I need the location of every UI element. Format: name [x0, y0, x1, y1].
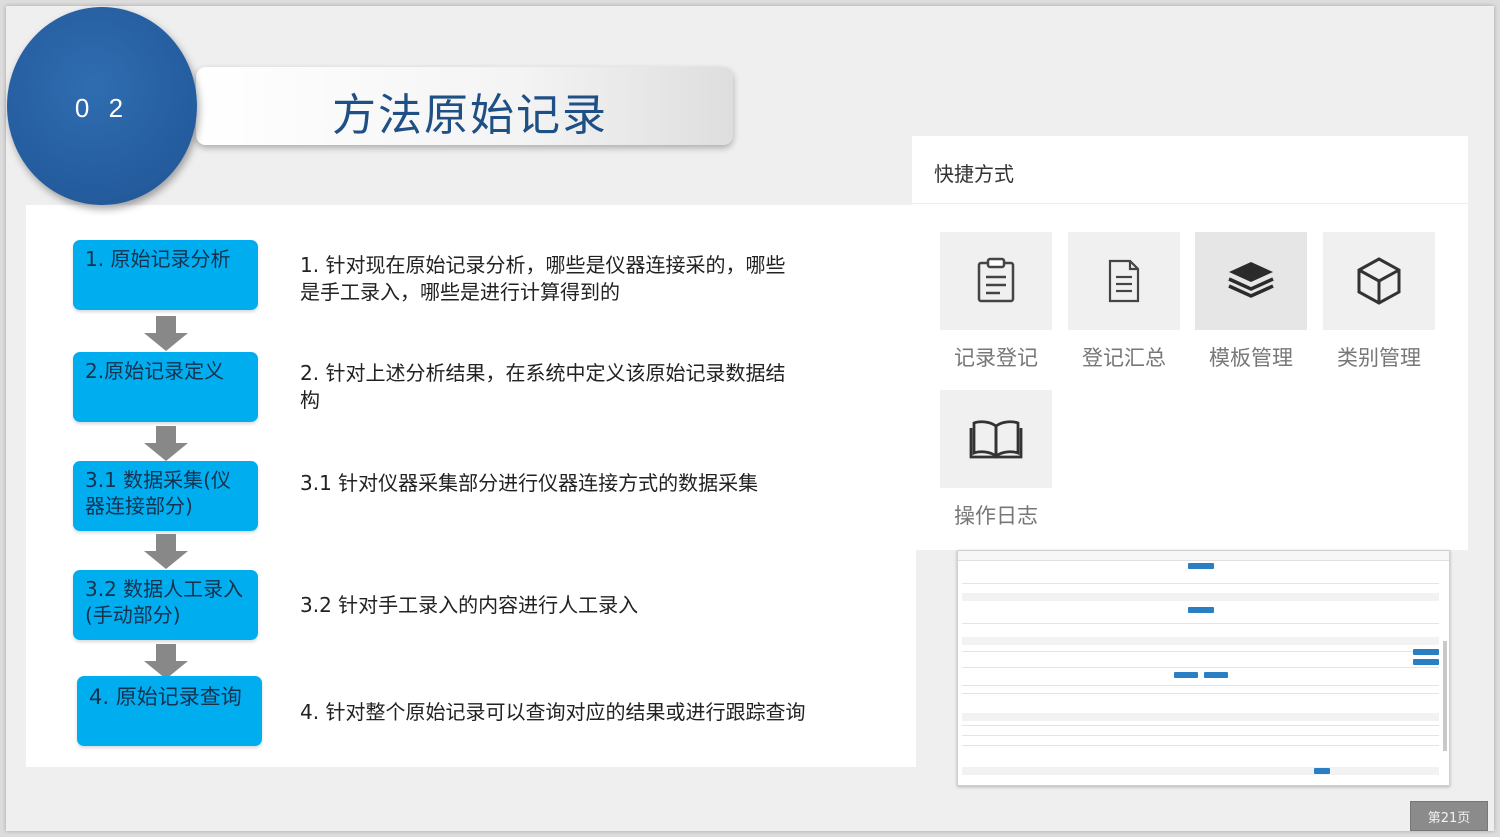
- shortcut-icon-box[interactable]: [940, 390, 1052, 488]
- mini-button: [1413, 659, 1439, 665]
- down-arrow-icon: [144, 644, 188, 680]
- step-description-3: 3.1 针对仪器采集部分进行仪器连接方式的数据采集: [300, 471, 759, 495]
- step-description-1: 1. 针对现在原始记录分析，哪些是仪器连接采的，哪些是手工录入，哪些是进行计算得…: [300, 253, 786, 304]
- shortcut-icon-box[interactable]: [940, 232, 1052, 330]
- title-bar: 方法原始记录: [196, 67, 733, 145]
- shortcut-header: 快捷方式: [912, 136, 1468, 204]
- embedded-form-screenshot: [957, 550, 1450, 786]
- step-label: 2.原始记录定义: [85, 359, 225, 383]
- shortcut-icon-box[interactable]: [1195, 232, 1307, 330]
- page-title: 方法原始记录: [332, 90, 608, 141]
- mini-button: [1204, 672, 1228, 678]
- mini-window-titlebar: [958, 551, 1449, 561]
- shortcut-icon-box[interactable]: [1068, 232, 1180, 330]
- shortcut-label: 模板管理: [1209, 346, 1293, 370]
- step-description-5: 4. 针对整个原始记录可以查询对应的结果或进行跟踪查询: [300, 700, 806, 724]
- down-arrow-icon: [144, 534, 188, 570]
- shortcut-operation-log[interactable]: 操作日志: [940, 390, 1052, 530]
- section-number-circle: 0 2: [7, 7, 197, 205]
- step-description-4: 3.2 针对手工录入的内容进行人工录入: [300, 593, 639, 617]
- shortcut-label: 操作日志: [954, 504, 1038, 528]
- mini-select: [962, 767, 1439, 775]
- step-description-2: 2. 针对上述分析结果，在系统中定义该原始记录数据结构: [300, 361, 786, 412]
- step-box-2: 2.原始记录定义: [73, 352, 258, 422]
- shortcut-template-manage[interactable]: 模板管理: [1195, 232, 1307, 372]
- step-label: 4. 原始记录查询: [89, 685, 242, 709]
- clipboard-icon: [977, 257, 1015, 303]
- shortcut-title: 快捷方式: [934, 162, 1014, 186]
- step-box-4: 3.2 数据人工录入(手动部分): [73, 570, 258, 640]
- step-label: 3.2 数据人工录入(手动部分): [85, 577, 244, 627]
- shortcut-panel: 快捷方式 记录登记 登记汇总 模板管理 类别管理 操作日志: [912, 136, 1468, 550]
- step-box-1: 1. 原始记录分析: [73, 240, 258, 310]
- shortcut-register-summary[interactable]: 登记汇总: [1068, 232, 1180, 372]
- cube-icon: [1357, 257, 1401, 305]
- mini-button: [1188, 563, 1214, 569]
- mini-button: [1174, 672, 1198, 678]
- mini-table-header: [962, 593, 1439, 601]
- mini-button: [1188, 607, 1214, 613]
- step-label: 3.1 数据采集(仪器连接部分): [85, 468, 231, 518]
- shortcut-label: 登记汇总: [1082, 346, 1166, 370]
- mini-button: [1314, 768, 1330, 774]
- shortcut-record-register[interactable]: 记录登记: [940, 232, 1052, 372]
- layers-icon: [1228, 262, 1274, 298]
- step-box-5: 4. 原始记录查询: [77, 676, 262, 746]
- mini-scrollbar: [1443, 641, 1447, 751]
- shortcut-icon-box[interactable]: [1323, 232, 1435, 330]
- down-arrow-icon: [144, 426, 188, 462]
- mini-table-header: [962, 637, 1439, 645]
- book-icon: [969, 420, 1023, 459]
- shortcut-label: 类别管理: [1337, 346, 1421, 370]
- down-arrow-icon: [144, 316, 188, 352]
- page-number-indicator[interactable]: 第21页: [1410, 801, 1488, 831]
- shortcut-category-manage[interactable]: 类别管理: [1323, 232, 1435, 372]
- mini-button: [1413, 649, 1439, 655]
- section-number: 0 2: [74, 93, 130, 123]
- step-box-3: 3.1 数据采集(仪器连接部分): [73, 461, 258, 531]
- shortcut-label: 记录登记: [954, 346, 1038, 370]
- mini-table-header: [962, 713, 1439, 721]
- document-list-icon: [1108, 259, 1140, 303]
- step-label: 1. 原始记录分析: [85, 247, 231, 271]
